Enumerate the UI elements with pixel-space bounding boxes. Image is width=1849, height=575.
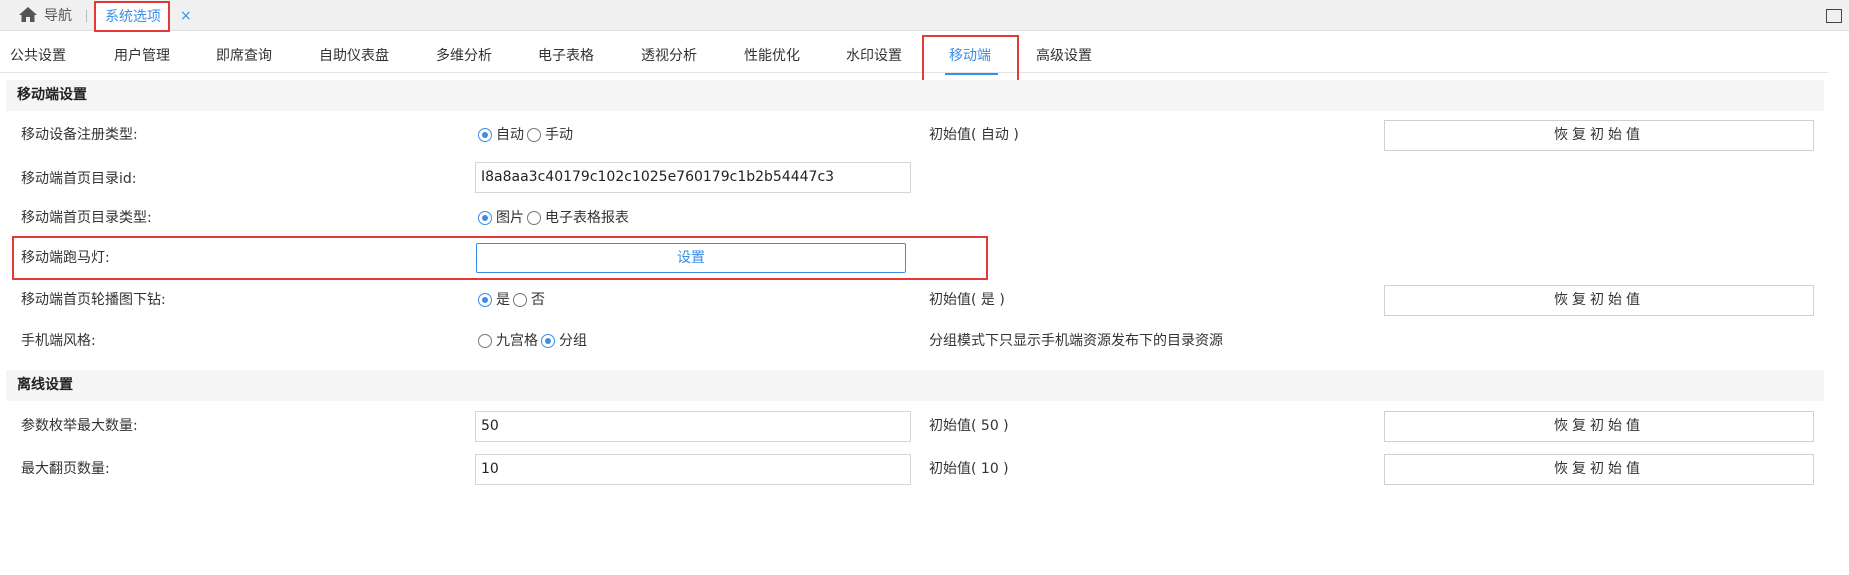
tab-user-management[interactable]: 用户管理	[114, 48, 170, 64]
section-mobile-title: 移动端设置	[17, 87, 87, 103]
tab-spreadsheet[interactable]: 电子表格	[538, 48, 594, 64]
radio-grid-label[interactable]: 九宫格	[496, 333, 538, 349]
tab-public-settings[interactable]: 公共设置	[10, 48, 66, 64]
section-offline-title: 离线设置	[17, 377, 73, 393]
tab-divider	[86, 10, 87, 22]
radio-yes-label[interactable]: 是	[496, 292, 510, 308]
tab-system-options[interactable]: 系统选项	[94, 1, 170, 32]
enum-max-input[interactable]: 50	[475, 411, 911, 442]
home-icon[interactable]	[18, 6, 38, 23]
home-dir-type-label: 移动端首页目录类型:	[21, 210, 152, 226]
enum-max-label: 参数枚举最大数量:	[21, 418, 138, 434]
home-dir-type-radio-group: 图片 电子表格报表	[478, 210, 632, 226]
reg-type-initial: 初始值( 自动 )	[929, 127, 1019, 143]
close-tab-icon[interactable]: ×	[180, 8, 192, 24]
radio-no-label[interactable]: 否	[531, 292, 545, 308]
carousel-drill-reset-button[interactable]: 恢复初始值	[1384, 285, 1814, 316]
tab-performance[interactable]: 性能优化	[744, 48, 800, 64]
section-mobile-header: 移动端设置	[6, 80, 1824, 111]
page-max-reset-button[interactable]: 恢复初始值	[1384, 454, 1814, 485]
radio-yes[interactable]	[478, 293, 492, 307]
tab-multidim-analysis[interactable]: 多维分析	[436, 48, 492, 64]
radio-no[interactable]	[513, 293, 527, 307]
home-dir-id-label: 移动端首页目录id:	[21, 171, 137, 187]
tab-self-dashboard[interactable]: 自助仪表盘	[319, 48, 389, 64]
reg-type-label: 移动设备注册类型:	[21, 127, 138, 143]
reg-type-reset-button[interactable]: 恢复初始值	[1384, 120, 1814, 151]
page-max-input[interactable]: 10	[475, 454, 911, 485]
radio-spreadsheet-report-label[interactable]: 电子表格报表	[545, 210, 629, 226]
tab-system-options-label: 系统选项	[105, 9, 161, 25]
radio-auto-label[interactable]: 自动	[496, 127, 524, 143]
section-offline-header: 离线设置	[6, 370, 1824, 401]
radio-manual[interactable]	[527, 128, 541, 142]
settings-tab-bar: 公共设置 用户管理 即席查询 自助仪表盘 多维分析 电子表格 透视分析 性能优化…	[0, 32, 1828, 73]
radio-group[interactable]	[541, 334, 555, 348]
tab-pivot-analysis[interactable]: 透视分析	[641, 48, 697, 64]
tab-highlight-box	[922, 35, 1019, 82]
carousel-drill-radio-group: 是 否	[478, 292, 548, 308]
enum-max-reset-button[interactable]: 恢复初始值	[1384, 411, 1814, 442]
radio-grid[interactable]	[478, 334, 492, 348]
page-max-label: 最大翻页数量:	[21, 461, 110, 477]
phone-style-note: 分组模式下只显示手机端资源发布下的目录资源	[929, 333, 1223, 349]
radio-spreadsheet-report[interactable]	[527, 211, 541, 225]
radio-group-label[interactable]: 分组	[559, 333, 587, 349]
radio-image-label[interactable]: 图片	[496, 210, 524, 226]
nav-tab-label[interactable]: 导航	[44, 8, 72, 24]
tab-advanced[interactable]: 高级设置	[1036, 48, 1092, 64]
maximize-icon[interactable]	[1826, 9, 1842, 23]
tab-adhoc-query[interactable]: 即席查询	[216, 48, 272, 64]
home-dir-id-input[interactable]: I8a8aa3c40179c102c1025e760179c1b2b54447c…	[475, 162, 911, 193]
reg-type-radio-group: 自动 手动	[478, 127, 576, 143]
top-tab-bar: 导航 系统选项 ×	[0, 0, 1849, 32]
page-max-initial: 初始值( 10 )	[929, 461, 1009, 477]
radio-image[interactable]	[478, 211, 492, 225]
phone-style-label: 手机端风格:	[21, 333, 96, 349]
radio-auto[interactable]	[478, 128, 492, 142]
tab-watermark[interactable]: 水印设置	[846, 48, 902, 64]
enum-max-initial: 初始值( 50 )	[929, 418, 1009, 434]
phone-style-radio-group: 九宫格 分组	[478, 333, 590, 349]
carousel-drill-initial: 初始值( 是 )	[929, 292, 1005, 308]
radio-manual-label[interactable]: 手动	[545, 127, 573, 143]
carousel-drill-label: 移动端首页轮播图下钻:	[21, 292, 166, 308]
marquee-setup-button[interactable]: 设置	[476, 243, 906, 273]
marquee-label: 移动端跑马灯:	[21, 250, 110, 266]
